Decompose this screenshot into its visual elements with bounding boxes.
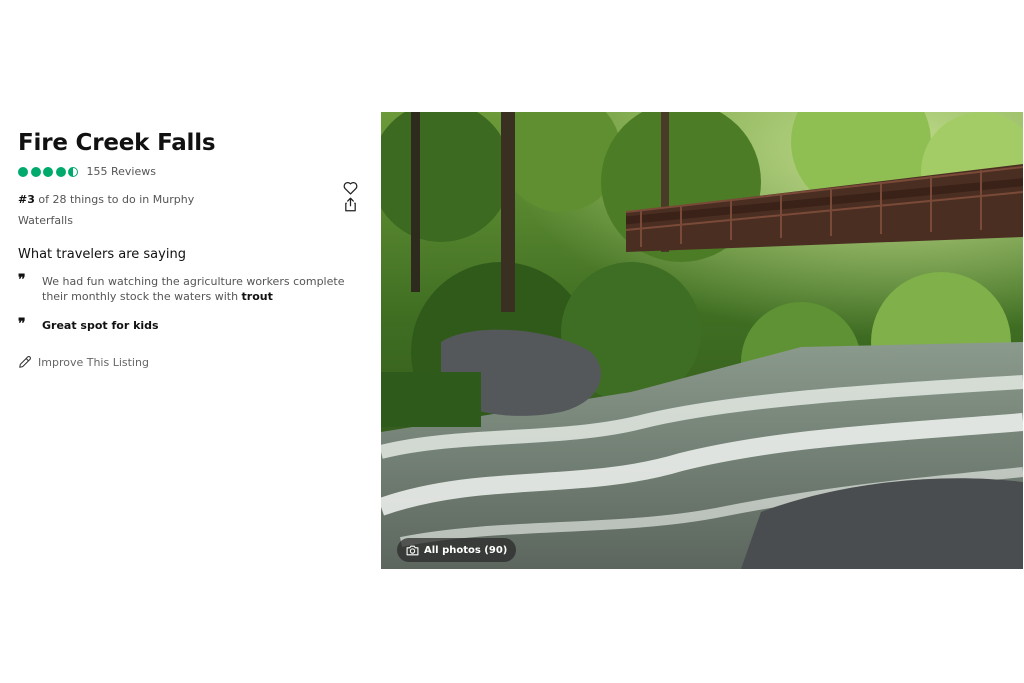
rating-bubble-icon xyxy=(30,166,41,177)
ranking[interactable]: #3 of 28 things to do in Murphy xyxy=(18,193,194,206)
rating-half-bubble-icon xyxy=(68,166,78,177)
rating-bubble-icon xyxy=(18,166,28,177)
all-photos-button[interactable]: All photos (90) xyxy=(397,538,517,562)
creek-photo-image xyxy=(381,112,1023,569)
review-snippet-text: Great spot for kids xyxy=(42,319,159,332)
heart-icon[interactable] xyxy=(343,181,358,195)
rating-row[interactable]: 155 Reviews xyxy=(18,165,156,178)
pencil-icon xyxy=(19,356,31,368)
rating-bubble-icon xyxy=(43,166,53,177)
all-photos-label: All photos (90) xyxy=(424,544,508,556)
review-keyword: trout xyxy=(241,290,273,303)
improve-listing-link[interactable]: Improve This Listing xyxy=(18,355,149,369)
quote-icon: ❞ xyxy=(18,316,26,332)
attraction-info-panel: Fire Creek Falls 155 Reviews #3 of 28 th… xyxy=(0,112,380,569)
review-snippet-text: We had fun watching the agriculture work… xyxy=(42,275,345,303)
travelers-heading: What travelers are saying xyxy=(18,247,186,262)
attraction-title: Fire Creek Falls xyxy=(18,130,216,156)
review-snippet[interactable]: ❞ Great spot for kids xyxy=(18,316,363,333)
rating-bubble-icon xyxy=(55,166,66,177)
review-snippet[interactable]: ❞ We had fun watching the agriculture wo… xyxy=(18,272,363,304)
improve-listing-label: Improve This Listing xyxy=(38,355,149,369)
quote-icon: ❞ xyxy=(18,272,26,288)
hero-photo[interactable]: All photos (90) xyxy=(381,112,1023,569)
camera-icon xyxy=(406,545,419,555)
share-icon[interactable] xyxy=(344,197,357,212)
rank-number: #3 xyxy=(18,193,35,206)
rank-text: of 28 things to do in Murphy xyxy=(38,193,195,206)
category-link[interactable]: Waterfalls xyxy=(18,214,73,227)
reviews-link[interactable]: 155 Reviews xyxy=(87,165,156,178)
